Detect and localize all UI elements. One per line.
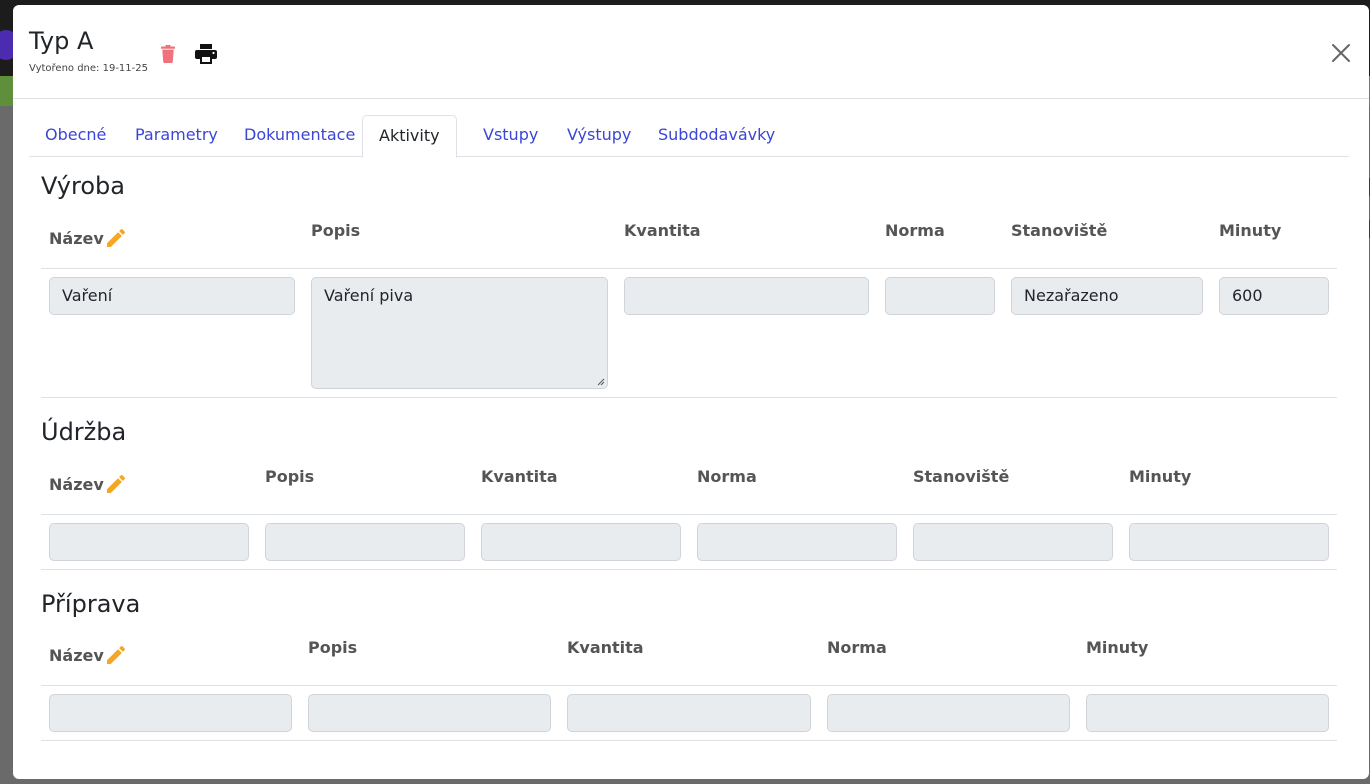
norma-input[interactable] — [827, 694, 1070, 732]
resize-grip-icon[interactable] — [597, 378, 605, 386]
kvantita-input[interactable] — [481, 523, 681, 561]
column-header-kvantita: Kvantita — [481, 467, 558, 486]
norma-input[interactable] — [697, 523, 897, 561]
tab-vystupy[interactable]: Výstupy — [551, 115, 647, 157]
popis-textarea[interactable]: Vaření piva — [311, 277, 608, 389]
tab-parametry[interactable]: Parametry — [119, 115, 234, 157]
pencil-icon[interactable] — [104, 472, 128, 496]
column-header-popis: Popis — [265, 467, 315, 486]
printer-icon[interactable] — [195, 44, 217, 64]
section-title-udrzba: Údržba — [41, 418, 127, 446]
divider — [41, 740, 1337, 741]
column-header-nazev: Název — [49, 646, 104, 665]
norma-input[interactable] — [885, 277, 995, 315]
column-header-norma: Norma — [885, 221, 945, 240]
tab-vstupy[interactable]: Vstupy — [467, 115, 554, 157]
popis-input[interactable] — [265, 523, 465, 561]
modal-title: Typ A — [29, 27, 94, 55]
column-header-popis: Popis — [311, 221, 361, 240]
divider — [41, 268, 1337, 269]
column-header-kvantita: Kvantita — [567, 638, 644, 657]
divider — [41, 514, 1337, 515]
modal-dialog: Typ A Vytořeno dne: 19-11-25 Obecné Para… — [13, 5, 1369, 779]
tab-subdodavavky[interactable]: Subdodavávky — [642, 115, 791, 157]
column-header-nazev: Název — [49, 475, 104, 494]
column-header-minuty: Minuty — [1129, 467, 1192, 486]
divider — [41, 397, 1337, 398]
tab-bar: Obecné Parametry Dokumentace Aktivity Vs… — [29, 115, 1349, 158]
modal-header: Typ A Vytořeno dne: 19-11-25 — [13, 5, 1369, 99]
section-title-vyroba: Výroba — [41, 172, 125, 200]
tab-obecne[interactable]: Obecné — [29, 115, 122, 157]
popis-value: Vaření piva — [324, 286, 414, 305]
column-header-stanoviste: Stanoviště — [1011, 221, 1108, 240]
column-header-norma: Norma — [827, 638, 887, 657]
minuty-input[interactable]: 600 — [1219, 277, 1329, 315]
minuty-input[interactable] — [1129, 523, 1329, 561]
created-date: Vytořeno dne: 19-11-25 — [29, 63, 148, 74]
nazev-input[interactable] — [49, 694, 292, 732]
nazev-input[interactable]: Vaření — [49, 277, 295, 315]
popis-input[interactable] — [308, 694, 551, 732]
close-icon[interactable] — [1330, 42, 1352, 64]
tab-aktivity[interactable]: Aktivity — [362, 115, 457, 158]
column-header-norma: Norma — [697, 467, 757, 486]
section-title-priprava: Příprava — [41, 590, 141, 618]
divider — [41, 569, 1337, 570]
pencil-icon[interactable] — [104, 643, 128, 667]
stanoviste-input[interactable] — [913, 523, 1113, 561]
column-header-minuty: Minuty — [1086, 638, 1149, 657]
kvantita-input[interactable] — [567, 694, 811, 732]
minuty-input[interactable] — [1086, 694, 1329, 732]
column-header-popis: Popis — [308, 638, 358, 657]
tab-dokumentace[interactable]: Dokumentace — [228, 115, 371, 157]
pencil-icon[interactable] — [104, 226, 128, 250]
column-header-kvantita: Kvantita — [624, 221, 701, 240]
column-header-nazev: Název — [49, 229, 104, 248]
column-header-minuty: Minuty — [1219, 221, 1282, 240]
kvantita-input[interactable] — [624, 277, 869, 315]
column-header-stanoviste: Stanoviště — [913, 467, 1010, 486]
nazev-input[interactable] — [49, 523, 249, 561]
stanoviste-input[interactable]: Nezařazeno — [1011, 277, 1203, 315]
divider — [41, 685, 1337, 686]
trash-icon[interactable] — [161, 45, 175, 63]
